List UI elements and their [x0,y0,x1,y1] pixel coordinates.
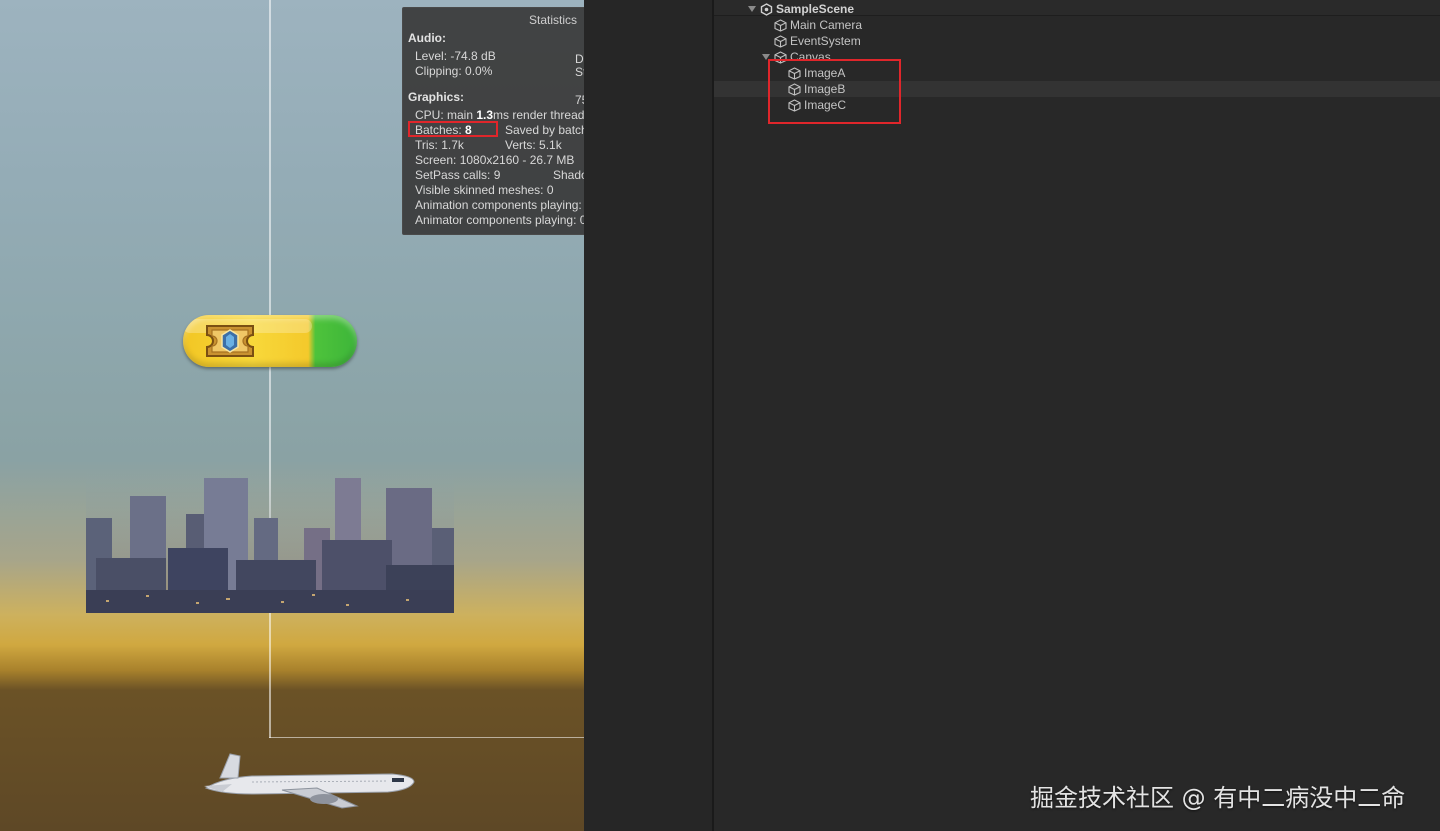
graphics-setpass: SetPass calls: 9 [415,168,501,182]
cube-icon [774,18,787,32]
cube-icon [774,34,787,48]
statistics-title: Statistics [528,13,577,27]
scene-side-panel [584,0,712,831]
watermark-text: 掘金技术社区 @ 有中二病没中二命 [1030,784,1406,812]
audio-stream-load: Stream load: 0.0% [575,65,584,79]
audio-level: Level: -74.8 dB [415,49,496,63]
graphics-saved-by-batching: Saved by batching: 0 [505,123,584,137]
canvas-guide-line-vertical [269,0,271,738]
audio-clipping: Clipping: 0.0% [415,64,493,78]
ticket-icon [206,325,254,357]
airplane-image [204,753,415,809]
scene-name: SampleScene [776,2,855,16]
hierarchy-item-main-camera[interactable]: Main Camera [774,17,862,33]
triangle-down-icon[interactable] [747,4,757,14]
canvas-guide-line-horizontal [269,737,584,738]
graphics-tris: Tris: 1.7k [415,138,464,152]
city-skyline-image [86,470,454,613]
batches-highlight-box [408,121,498,137]
graphics-cpu: CPU: main 1.3ms render thread 0.1ms [415,108,584,122]
graphics-shadow-casters: Shadow casters: 0 [553,168,584,182]
hierarchy-item-label: Main Camera [790,18,863,32]
hierarchy-item-event-system[interactable]: EventSystem [774,33,861,49]
hierarchy-scene-row[interactable]: SampleScene [747,1,854,17]
hierarchy-panel[interactable]: SampleScene Main Camera EventSystem Canv… [714,0,1440,831]
cpu-suffix: ms render thread 0.1ms [493,108,584,122]
images-highlight-box [768,59,901,124]
hierarchy-item-label: EventSystem [790,34,861,48]
game-view[interactable]: Statistics Audio: Level: -74.8 dB Clippi… [0,0,584,831]
graphics-verts: Verts: 5.1k [505,138,562,152]
cpu-main-value: 1.3 [476,108,494,122]
graphics-animation-components: Animation components playing: 0 [415,198,584,212]
graphics-skinned-meshes: Visible skinned meshes: 0 [415,183,554,197]
graphics-header: Graphics: [408,90,465,104]
graphics-fps: 753.8 FPS (1.3ms) [575,93,584,107]
graphics-animator-components: Animator components playing: 0 [415,213,584,227]
audio-dsp-load: DSP load: 0.1% [575,52,584,66]
audio-header: Audio: [408,31,446,45]
progress-bar [183,315,357,367]
unity-scene-icon [760,2,773,16]
graphics-screen: Screen: 1080x2160 - 26.7 MB [415,153,575,167]
cpu-prefix: CPU: main [415,108,477,122]
statistics-panel: Statistics Audio: Level: -74.8 dB Clippi… [402,7,584,235]
